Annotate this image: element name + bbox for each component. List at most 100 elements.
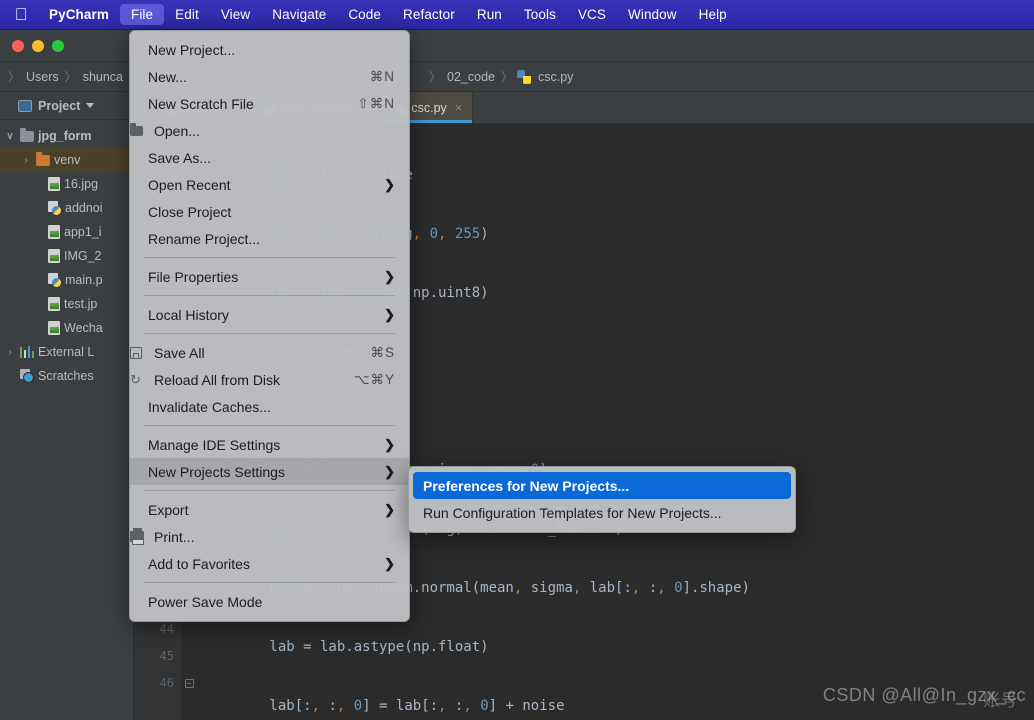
tree-item-jpg-form[interactable]: ∨ jpg_form [0, 124, 134, 148]
menu-item-rename-project[interactable]: Rename Project... [130, 225, 409, 252]
menu-item-label: Add to Favorites [148, 555, 250, 572]
tree-item-label: 16.jpg [64, 177, 99, 191]
line-number: 46 [159, 676, 174, 690]
folder-icon [130, 122, 148, 136]
menu-item-power-save-mode[interactable]: Power Save Mode [130, 588, 409, 615]
menubar-item-view[interactable]: View [210, 4, 261, 25]
chevron-right-icon: ❯ [384, 501, 395, 517]
tree-item-app1i[interactable]: app1_i [0, 220, 134, 244]
breadcrumb-item-cscpy[interactable]: csc.py [536, 70, 575, 84]
python-file-icon [517, 69, 531, 84]
menu-item-manage-ide-settings[interactable]: Manage IDE Settings ❯ [130, 431, 409, 458]
breadcrumb-item-02code[interactable]: 02_code [445, 70, 497, 84]
menu-item-save-as[interactable]: Save As... [130, 144, 409, 171]
menu-item-export[interactable]: Export ❯ [130, 496, 409, 523]
chevron-down-icon[interactable]: ∨ [4, 131, 16, 142]
menu-item-label: Close Project [148, 203, 232, 220]
menubar-item-navigate[interactable]: Navigate [261, 4, 337, 25]
python-file-icon [48, 273, 61, 287]
chevron-right-icon: ❯ [384, 436, 395, 452]
menu-item-label: Local History [148, 306, 229, 323]
tree-item-label: External L [38, 345, 95, 359]
breadcrumb-separator: 〉 [8, 70, 21, 84]
menu-item-add-to-favorites[interactable]: Add to Favorites ❯ [130, 550, 409, 577]
menu-item-new-projects-settings[interactable]: New Projects Settings ❯ [130, 458, 409, 485]
project-tree: ∨ jpg_form › venv 16.jpg addnoi app1_i I… [0, 120, 134, 388]
menu-item-open[interactable]: Open... [130, 117, 409, 144]
menu-item-new[interactable]: New... ⌘N [130, 63, 409, 90]
fold-marker-comment2[interactable] [182, 670, 196, 697]
menubar-item-file[interactable]: File [119, 4, 165, 25]
tree-item-scratches[interactable]: Scratches [0, 364, 134, 388]
chevron-right-icon[interactable]: › [4, 347, 16, 358]
submenu-item-preferences-for-new-projects[interactable]: Preferences for New Projects... [413, 472, 791, 499]
menubar-item-tools[interactable]: Tools [513, 4, 567, 25]
menu-item-new-project[interactable]: New Project... [130, 36, 409, 63]
close-window-button[interactable] [12, 39, 24, 52]
menu-separator [144, 257, 395, 258]
tree-item-mainp[interactable]: main.p [0, 268, 134, 292]
menu-item-label: New... [148, 68, 187, 85]
menu-item-open-recent[interactable]: Open Recent ❯ [130, 171, 409, 198]
tree-item-venv[interactable]: › venv [0, 148, 134, 172]
menu-item-label: Power Save Mode [148, 593, 263, 610]
menu-item-shortcut: ⌘S [370, 344, 395, 360]
tree-item-addnoi[interactable]: addnoi [0, 196, 134, 220]
tree-item-label: IMG_2 [64, 249, 102, 263]
menubar-item-window[interactable]: Window [617, 4, 688, 25]
menu-item-label: Print... [154, 528, 195, 545]
tree-item-16jpg[interactable]: 16.jpg [0, 172, 134, 196]
submenu-item-label: Preferences for New Projects... [423, 477, 630, 494]
menu-item-label: Open Recent [148, 176, 231, 193]
menubar-item-refactor[interactable]: Refactor [392, 4, 466, 25]
menu-item-reload-all-from-disk[interactable]: ↻ Reload All from Disk ⌥⌘Y [130, 366, 409, 393]
project-panel-header[interactable]: Project [0, 92, 134, 120]
menu-item-label: Reload All from Disk [154, 371, 281, 388]
tree-item-label: addnoi [65, 201, 103, 215]
menu-separator [144, 582, 395, 583]
menu-item-label: Open... [154, 122, 200, 139]
chevron-right-icon: ❯ [384, 176, 395, 192]
menu-item-label: Export [148, 501, 189, 518]
chevron-right-icon[interactable]: › [20, 155, 32, 166]
menu-item-new-scratch-file[interactable]: New Scratch File ⇧⌘N [130, 90, 409, 117]
chevron-down-icon[interactable] [86, 103, 95, 108]
minimize-window-button[interactable] [32, 39, 44, 52]
tab-label: csc.py [411, 100, 447, 115]
menu-item-close-project[interactable]: Close Project [130, 198, 409, 225]
chevron-right-icon: ❯ [384, 555, 395, 571]
menu-item-local-history[interactable]: Local History ❯ [130, 301, 409, 328]
print-icon [130, 528, 148, 545]
tree-item-label: venv [54, 153, 81, 167]
breadcrumb-separator: 〉 [64, 70, 77, 84]
apple-logo-icon[interactable]:  [10, 4, 32, 26]
tree-item-wecha[interactable]: Wecha [0, 316, 134, 340]
pycharm-screenshot:  PyCharm File Edit View Navigate Code R… [0, 0, 1034, 720]
close-icon[interactable]: × [455, 100, 463, 115]
image-file-icon [48, 297, 60, 311]
menubar-app-name[interactable]: PyCharm [38, 4, 120, 25]
menubar-item-help[interactable]: Help [688, 4, 738, 25]
menu-item-file-properties[interactable]: File Properties ❯ [130, 263, 409, 290]
breadcrumb-item-users[interactable]: Users [24, 70, 61, 84]
code-line: lab[:, :, 0] = lab[:, :, 0] + noise [202, 698, 565, 714]
tree-item-external-libraries[interactable]: › External L [0, 340, 134, 364]
tree-item-label: main.p [65, 273, 103, 287]
tree-item-testjp[interactable]: test.jp [0, 292, 134, 316]
menubar-item-vcs[interactable]: VCS [567, 4, 617, 25]
menu-item-label: New Project... [148, 41, 236, 58]
line-number: 45 [159, 649, 174, 663]
menubar-item-run[interactable]: Run [466, 4, 513, 25]
maximize-window-button[interactable] [52, 39, 64, 52]
tree-item-img2[interactable]: IMG_2 [0, 244, 134, 268]
menu-item-print[interactable]: Print... [130, 523, 409, 550]
submenu-item-run-configuration-templates[interactable]: Run Configuration Templates for New Proj… [409, 499, 795, 526]
menubar-item-edit[interactable]: Edit [164, 4, 210, 25]
chevron-right-icon: ❯ [384, 306, 395, 322]
new-projects-settings-submenu: Preferences for New Projects... Run Conf… [408, 466, 796, 533]
menu-item-invalidate-caches[interactable]: Invalidate Caches... [130, 393, 409, 420]
menubar-item-code[interactable]: Code [337, 4, 392, 25]
menu-item-save-all[interactable]: Save All ⌘S [130, 339, 409, 366]
menu-separator [144, 295, 395, 296]
breadcrumb-item-shunca[interactable]: shunca [81, 70, 125, 84]
